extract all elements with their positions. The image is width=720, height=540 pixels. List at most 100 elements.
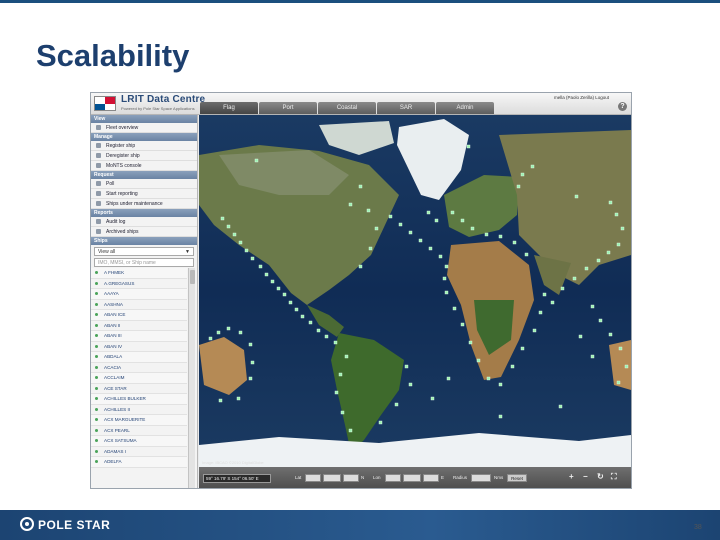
ship-name: ACACIA [104, 364, 122, 370]
tab-bar: Flag Port Coastal SAR Admin [200, 102, 495, 114]
list-item[interactable]: ACACIA [91, 363, 187, 373]
sidebar-item-label: Deregister ship [106, 152, 140, 159]
fleet-icon [96, 125, 101, 130]
app-header: LRIT Data Centre Powered by Pole Star Sp… [91, 93, 631, 115]
list-item[interactable]: ACHILLES BULKER [91, 394, 187, 405]
ship-name: AASHNA [104, 301, 123, 307]
refresh-icon[interactable]: ↻ [597, 472, 604, 481]
coordinates-readout: 59° 16.79' S 154° 06.50' E [203, 474, 271, 483]
sidebar-item-ships-maintenance[interactable]: Ships under maintenance [91, 199, 197, 209]
status-dot-icon [95, 334, 98, 338]
zoom-in-icon[interactable]: + [569, 472, 574, 481]
sidebar-item-label: MoNTS console [106, 162, 142, 169]
sidebar-item-register-ship[interactable]: Register ship [91, 141, 197, 151]
lat-sec-field[interactable] [343, 474, 359, 482]
radius-label: Radius [453, 475, 468, 480]
ship-name: ABAN III [104, 333, 122, 338]
lat-label: Lat [295, 475, 302, 480]
tab-flag[interactable]: Flag [200, 102, 258, 114]
ship-name: ABDALA [104, 354, 123, 359]
help-icon[interactable]: ? [618, 102, 627, 111]
list-item[interactable]: ABDALA [91, 352, 187, 363]
ship-name: ACX PEARL [104, 427, 130, 433]
fullscreen-icon[interactable]: ⛶ [611, 472, 617, 482]
units-label: Nms [494, 475, 504, 480]
sidebar-item-monts-console[interactable]: MoNTS console [91, 161, 197, 171]
sidebar-item-deregister-ship[interactable]: Deregister ship [91, 151, 197, 161]
ship-name: ABAN II [104, 322, 121, 328]
list-item[interactable]: ABAN III [91, 331, 187, 342]
status-dot-icon [95, 407, 98, 411]
status-dot-icon [95, 428, 98, 432]
section-ships-header[interactable]: Ships [91, 237, 197, 245]
audit-icon [96, 219, 101, 224]
list-item[interactable]: ACE STAR [91, 384, 187, 394]
list-item[interactable]: ABAN IV [91, 342, 187, 352]
map-graphic [199, 115, 631, 467]
sidebar-item-label: Register ship [106, 142, 136, 149]
list-item[interactable]: ADELFA [91, 457, 187, 468]
lon-sec-field[interactable] [423, 474, 439, 482]
ship-search-input[interactable]: IMO, MMSI, or Ship name [94, 258, 194, 267]
ship-name: ABAN IV [104, 343, 123, 349]
status-dot-icon [95, 386, 98, 390]
tab-coastal[interactable]: Coastal [318, 102, 376, 114]
lon-deg-field[interactable] [385, 474, 401, 482]
radius-field[interactable] [471, 474, 491, 482]
list-item[interactable]: ABAN ICE [91, 310, 187, 321]
status-dot-icon [95, 449, 98, 453]
lon-min-field[interactable] [403, 474, 421, 482]
ship-name: ACCLAIM [104, 375, 125, 380]
list-item[interactable]: A FHMEK [91, 268, 187, 279]
footer-bar: POLE STAR [0, 510, 720, 540]
ship-name: A.GREGASUS [104, 280, 135, 286]
sidebar-item-audit-log[interactable]: Audit log [91, 217, 197, 227]
sidebar-item-label: Ships under maintenance [106, 200, 163, 207]
sidebar-item-start-reporting[interactable]: Start reporting [91, 189, 197, 199]
ship-list-scrollbar[interactable] [188, 268, 195, 488]
sidebar-item-archived-ships[interactable]: Archived ships [91, 227, 197, 237]
lon-hemisphere[interactable]: E [441, 475, 444, 480]
reset-button[interactable]: Reset [507, 474, 527, 482]
slide-title: Scalability [36, 38, 190, 73]
panama-flag-icon [94, 96, 116, 111]
list-item[interactable]: ACHILLES II [91, 405, 187, 415]
list-item[interactable]: ACX MARGUERITE [91, 415, 187, 426]
list-item[interactable]: ACX PEARL [91, 426, 187, 436]
status-dot-icon [95, 292, 98, 296]
sidebar-item-label: Archived ships [106, 228, 139, 235]
view-select[interactable]: View all ▼ [94, 247, 194, 256]
lat-min-field[interactable] [323, 474, 341, 482]
tab-sar[interactable]: SAR [377, 102, 435, 114]
status-dot-icon [95, 323, 98, 327]
lat-deg-field[interactable] [305, 474, 321, 482]
ship-name: AAAYA [104, 291, 119, 296]
sidebar-item-fleet-overview[interactable]: Fleet overview [91, 123, 197, 133]
pole-star-logo-icon [20, 517, 34, 531]
status-dot-icon [95, 355, 98, 359]
lon-label: Lon [373, 475, 381, 480]
sidebar-item-poll[interactable]: Poll [91, 179, 197, 189]
list-item[interactable]: AASHNA [91, 300, 187, 310]
sidebar-item-label: Start reporting [106, 190, 138, 197]
page-number: 38 [694, 524, 702, 531]
ship-name: ACE STAR [104, 385, 127, 391]
list-item[interactable]: ABAN II [91, 321, 187, 331]
scrollbar-thumb[interactable] [190, 270, 195, 284]
list-item[interactable]: ACX SATSUMA [91, 436, 187, 447]
maintenance-icon [96, 201, 101, 206]
tab-admin[interactable]: Admin [436, 102, 494, 114]
list-item[interactable]: A.GREGASUS [91, 279, 187, 289]
deregister-icon [96, 153, 101, 158]
list-item[interactable]: ACCLAIM [91, 373, 187, 384]
list-item[interactable]: ADAMAS I [91, 447, 187, 457]
register-icon [96, 143, 101, 148]
world-map[interactable]: Image: IBCAO ©2010 DigitalGlobe [199, 115, 631, 467]
tab-port[interactable]: Port [259, 102, 317, 114]
user-logout[interactable]: mella (Paolo Zerilla) Logout [554, 95, 609, 100]
sidebar: View Fleet overview Manage Register ship… [91, 115, 198, 488]
list-item[interactable]: AAAYA [91, 289, 187, 300]
zoom-out-icon[interactable]: − [583, 472, 588, 481]
ship-name: ADELFA [104, 459, 122, 464]
lat-hemisphere[interactable]: N [361, 475, 364, 480]
